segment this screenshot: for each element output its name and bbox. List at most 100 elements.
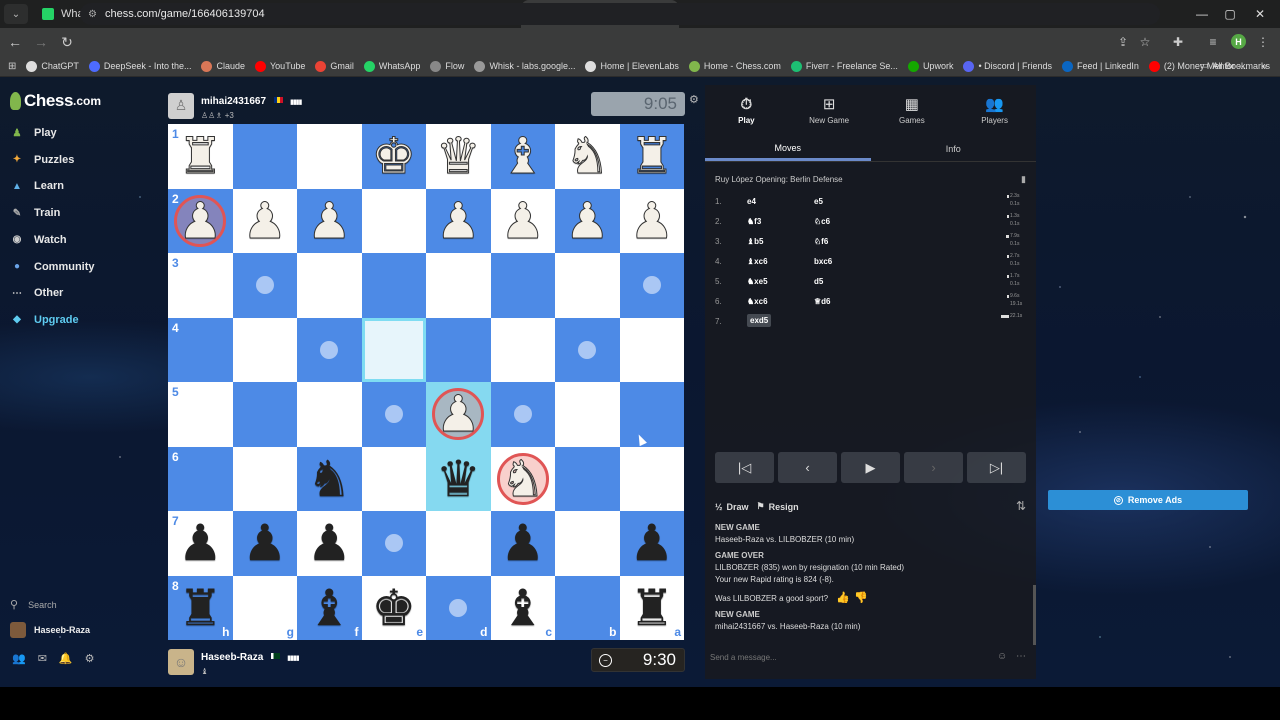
browser-menu-icon[interactable]: ⋮ xyxy=(1252,31,1274,53)
board-square[interactable]: b xyxy=(555,575,620,640)
legal-move-dot[interactable] xyxy=(384,534,403,553)
white-piece[interactable]: ♛ xyxy=(435,131,481,182)
friends-icon[interactable]: 👥 xyxy=(12,652,26,665)
more-options-icon[interactable]: ⋯ xyxy=(1016,651,1026,662)
sidebar-item-play[interactable]: ♟ Play xyxy=(10,124,57,142)
draw-button[interactable]: Draw xyxy=(727,502,749,512)
board-square[interactable] xyxy=(555,317,620,382)
white-piece[interactable]: ♟ xyxy=(242,195,288,246)
white-move[interactable]: ♞f3 xyxy=(747,217,761,226)
board-square[interactable]: ♟ xyxy=(426,382,491,447)
opponent-avatar[interactable]: ♙ xyxy=(168,92,194,119)
black-piece[interactable]: ♟ xyxy=(500,518,545,568)
board-square[interactable]: ♚ xyxy=(361,124,426,189)
bookmark-item[interactable]: Whisk - labs.google... xyxy=(474,60,575,72)
tab-players[interactable]: 👥 Players xyxy=(953,85,1036,135)
apps-grid-icon[interactable]: ⊞ xyxy=(8,61,16,72)
bookmark-item[interactable]: Fiverr - Freelance Se... xyxy=(790,60,898,72)
book-icon[interactable]: ▮ xyxy=(1021,174,1026,185)
sidebar-user[interactable]: Haseeb-Raza xyxy=(10,622,90,638)
board-settings-gear-icon[interactable]: ⚙ xyxy=(689,93,699,106)
legal-move-dot[interactable] xyxy=(320,340,339,359)
bookmark-item[interactable]: Upwork xyxy=(907,60,953,72)
white-piece[interactable]: ♟ xyxy=(564,195,610,246)
tab-search-chevron-icon[interactable]: ⌄ xyxy=(4,4,28,24)
board-square[interactable] xyxy=(361,188,426,253)
board-square[interactable] xyxy=(490,253,555,318)
tab-moves[interactable]: Moves xyxy=(705,137,871,161)
chat-scrollbar[interactable] xyxy=(1033,585,1036,645)
sidebar-item-learn[interactable]: ▲ Learn xyxy=(10,177,64,195)
profile-avatar[interactable]: H xyxy=(1231,34,1246,49)
bookmark-item[interactable]: YouTube xyxy=(255,60,305,72)
black-piece[interactable]: ♟ xyxy=(178,518,223,568)
black-move[interactable]: ♘f6 xyxy=(814,237,828,246)
black-piece[interactable]: ♜ xyxy=(178,583,223,633)
white-piece[interactable]: ♟ xyxy=(177,195,223,246)
white-move[interactable]: ♝xc6 xyxy=(747,257,768,266)
board-square[interactable]: ♛ xyxy=(426,124,491,189)
site-info-icon[interactable]: ⚙ xyxy=(88,9,97,20)
white-piece[interactable]: ♟ xyxy=(435,195,481,246)
player-name[interactable]: Haseeb-Raza xyxy=(201,652,263,663)
board-square[interactable] xyxy=(555,382,620,447)
white-piece[interactable]: ♝ xyxy=(500,131,546,182)
board-square[interactable]: ♟ xyxy=(619,188,684,253)
sidebar-item-other[interactable]: ⋯ Other xyxy=(10,284,63,302)
board-square[interactable]: d xyxy=(426,575,491,640)
board-square[interactable] xyxy=(297,382,362,447)
minimize-icon[interactable]: — xyxy=(1187,0,1217,28)
board-square[interactable]: ♟ xyxy=(297,511,362,576)
thumbs-down-icon[interactable]: 👎 xyxy=(854,592,868,604)
white-piece[interactable]: ♟ xyxy=(306,195,352,246)
board-square[interactable]: ♞ xyxy=(297,446,362,511)
board-square[interactable] xyxy=(361,253,426,318)
board-square[interactable] xyxy=(232,124,297,189)
settings-gear-icon[interactable]: ⚙ xyxy=(85,652,95,665)
board-square[interactable] xyxy=(361,446,426,511)
black-piece[interactable]: ♚ xyxy=(371,583,416,633)
board-square[interactable]: ♛ xyxy=(426,446,491,511)
board-square[interactable]: ♝ xyxy=(490,124,555,189)
sidebar-search[interactable]: ⚲ Search xyxy=(10,598,57,611)
board-square[interactable] xyxy=(490,382,555,447)
board-square[interactable] xyxy=(297,253,362,318)
messages-icon[interactable]: ✉ xyxy=(38,652,47,665)
bookmark-item[interactable]: ChatGPT xyxy=(26,60,79,72)
board-square[interactable]: ♟ xyxy=(555,188,620,253)
white-piece[interactable]: ♜ xyxy=(629,131,675,182)
sidebar-item-upgrade[interactable]: ◆ Upgrade xyxy=(10,311,78,329)
black-piece[interactable]: ♟ xyxy=(629,518,674,568)
black-move[interactable]: ♕d6 xyxy=(814,297,831,306)
close-window-icon[interactable]: ✕ xyxy=(1245,0,1275,28)
board-square[interactable] xyxy=(232,446,297,511)
opponent-name[interactable]: mihai2431667 xyxy=(201,96,266,107)
play-moves-button[interactable]: ▶ xyxy=(841,452,900,483)
legal-move-dot[interactable] xyxy=(578,340,597,359)
board-square[interactable]: ♟ xyxy=(232,511,297,576)
sidebar-item-train[interactable]: ✎ Train xyxy=(10,204,61,222)
board-square[interactable]: 7 ♟ xyxy=(168,511,233,576)
back-icon[interactable]: ← xyxy=(4,31,26,53)
board-square[interactable]: ♟ xyxy=(297,188,362,253)
legal-move-dot[interactable] xyxy=(255,276,274,295)
bookmark-item[interactable]: WhatsApp xyxy=(363,60,420,72)
board-square[interactable] xyxy=(555,511,620,576)
board-square[interactable] xyxy=(619,382,684,447)
board-square[interactable] xyxy=(426,511,491,576)
next-move-button[interactable]: › xyxy=(904,452,963,483)
white-piece[interactable]: ♞ xyxy=(564,131,610,182)
bookmark-item[interactable]: Gmail xyxy=(315,60,354,72)
white-piece[interactable]: ♜ xyxy=(177,131,223,182)
legal-move-dot[interactable] xyxy=(642,276,661,295)
board-square[interactable] xyxy=(426,253,491,318)
board-square[interactable]: ♟ xyxy=(619,511,684,576)
reload-icon[interactable]: ↻ xyxy=(56,31,78,53)
board-square[interactable] xyxy=(619,446,684,511)
board-square[interactable]: f ♝ xyxy=(297,575,362,640)
previous-move-button[interactable]: ‹ xyxy=(778,452,837,483)
notifications-icon[interactable]: 🔔 xyxy=(59,652,73,665)
board-square[interactable] xyxy=(619,317,684,382)
tab-info[interactable]: Info xyxy=(871,137,1037,161)
bookmark-item[interactable]: Home - Chess.com xyxy=(688,60,781,72)
